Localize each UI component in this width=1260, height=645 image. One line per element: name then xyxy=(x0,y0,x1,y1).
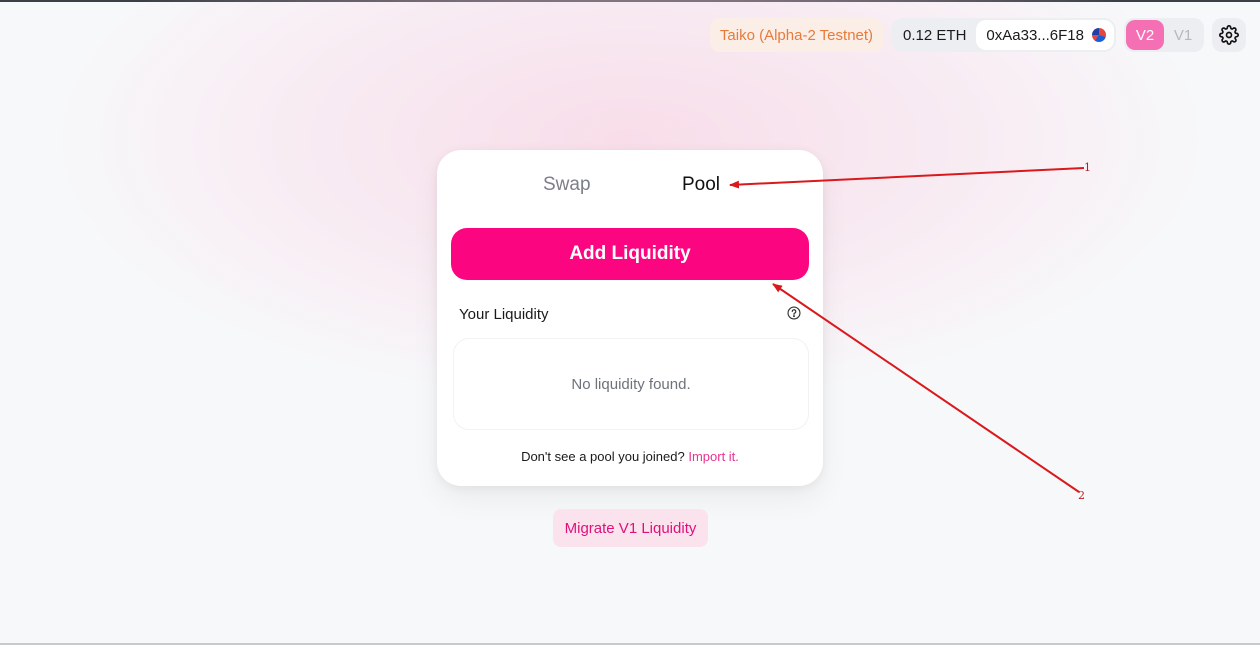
network-label: Taiko (Alpha-2 Testnet) xyxy=(719,26,874,44)
version-v1-button[interactable]: V1 xyxy=(1164,20,1202,50)
add-liquidity-button[interactable]: Add Liquidity xyxy=(451,228,809,280)
import-pool-link[interactable]: Import it. xyxy=(688,449,739,464)
window-top-border xyxy=(0,0,1260,2)
settings-button[interactable] xyxy=(1212,18,1246,52)
liquidity-list-empty: No liquidity found. xyxy=(453,338,809,430)
migrate-label: Migrate V1 Liquidity xyxy=(564,519,697,537)
import-pool-row: Don't see a pool you joined? Import it. xyxy=(437,449,823,464)
tab-pool[interactable]: Pool xyxy=(682,174,720,196)
network-badge[interactable]: Taiko (Alpha-2 Testnet) xyxy=(709,18,884,52)
migrate-v1-liquidity-button[interactable]: Migrate V1 Liquidity xyxy=(553,509,708,547)
account-box[interactable]: 0.12 ETH 0xAa33...6F18 xyxy=(891,18,1116,52)
annotation-label-1: 1 xyxy=(1084,161,1091,174)
gear-icon xyxy=(1219,25,1239,45)
import-prompt: Don't see a pool you joined? xyxy=(521,449,685,464)
question-circle-icon[interactable] xyxy=(787,306,801,320)
wallet-address-button[interactable]: 0xAa33...6F18 xyxy=(976,20,1114,50)
your-liquidity-header: Your Liquidity xyxy=(459,306,801,326)
tab-swap[interactable]: Swap xyxy=(543,174,591,196)
your-liquidity-title: Your Liquidity xyxy=(459,306,549,323)
wallet-address: 0xAa33...6F18 xyxy=(986,26,1084,44)
version-toggle: V2 V1 xyxy=(1124,18,1204,52)
empty-state-text: No liquidity found. xyxy=(571,375,691,393)
pool-card: Swap Pool Add Liquidity Your Liquidity N… xyxy=(437,150,823,486)
annotation-label-2: 2 xyxy=(1078,489,1085,502)
identicon-icon xyxy=(1092,28,1106,42)
header-toolbar: Taiko (Alpha-2 Testnet) 0.12 ETH 0xAa33.… xyxy=(709,18,1246,52)
eth-balance: 0.12 ETH xyxy=(903,26,967,44)
version-v2-button[interactable]: V2 xyxy=(1126,20,1164,50)
tab-bar: Swap Pool xyxy=(437,174,823,202)
